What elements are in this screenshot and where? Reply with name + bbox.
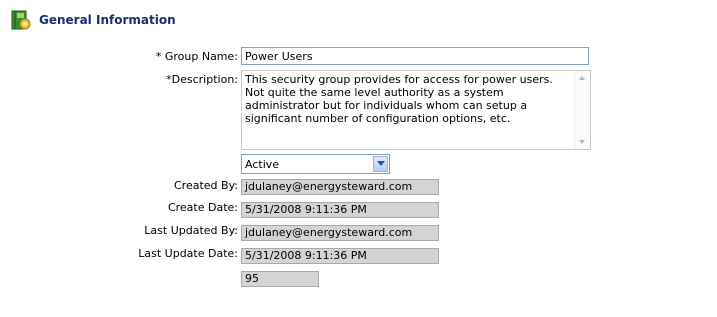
gear-book-icon [11, 10, 31, 30]
group-name-label: * Group Name: [155, 50, 238, 63]
id-field: 95 [241, 271, 319, 287]
description-textarea[interactable]: This security group provides for access … [241, 70, 591, 150]
last-update-date-label: Last Update Date: [138, 247, 238, 260]
status-select[interactable]: Active [241, 154, 390, 174]
scroll-up-icon[interactable] [579, 76, 585, 80]
description-scrollbar[interactable] [574, 71, 590, 149]
chevron-down-icon [377, 161, 385, 166]
last-updated-by-field: jdulaney@energysteward.com [241, 225, 439, 241]
created-by-field: jdulaney@energysteward.com [241, 179, 439, 195]
last-update-date-field: 5/31/2008 9:11:36 PM [241, 248, 439, 264]
scroll-down-icon[interactable] [579, 140, 585, 144]
group-name-input[interactable]: Power Users [241, 47, 589, 65]
status-select-value: Active [245, 158, 280, 171]
section-header: General Information [10, 8, 176, 32]
description-text: This security group provides for access … [245, 73, 553, 125]
created-by-label: Created By: [174, 179, 238, 192]
dropdown-button[interactable] [373, 156, 388, 172]
description-label: *Description: [166, 73, 238, 86]
last-updated-by-label: Last Updated By: [144, 224, 238, 237]
create-date-field: 5/31/2008 9:11:36 PM [241, 202, 439, 218]
create-date-label: Create Date: [167, 201, 238, 214]
page-title: General Information [39, 13, 176, 27]
